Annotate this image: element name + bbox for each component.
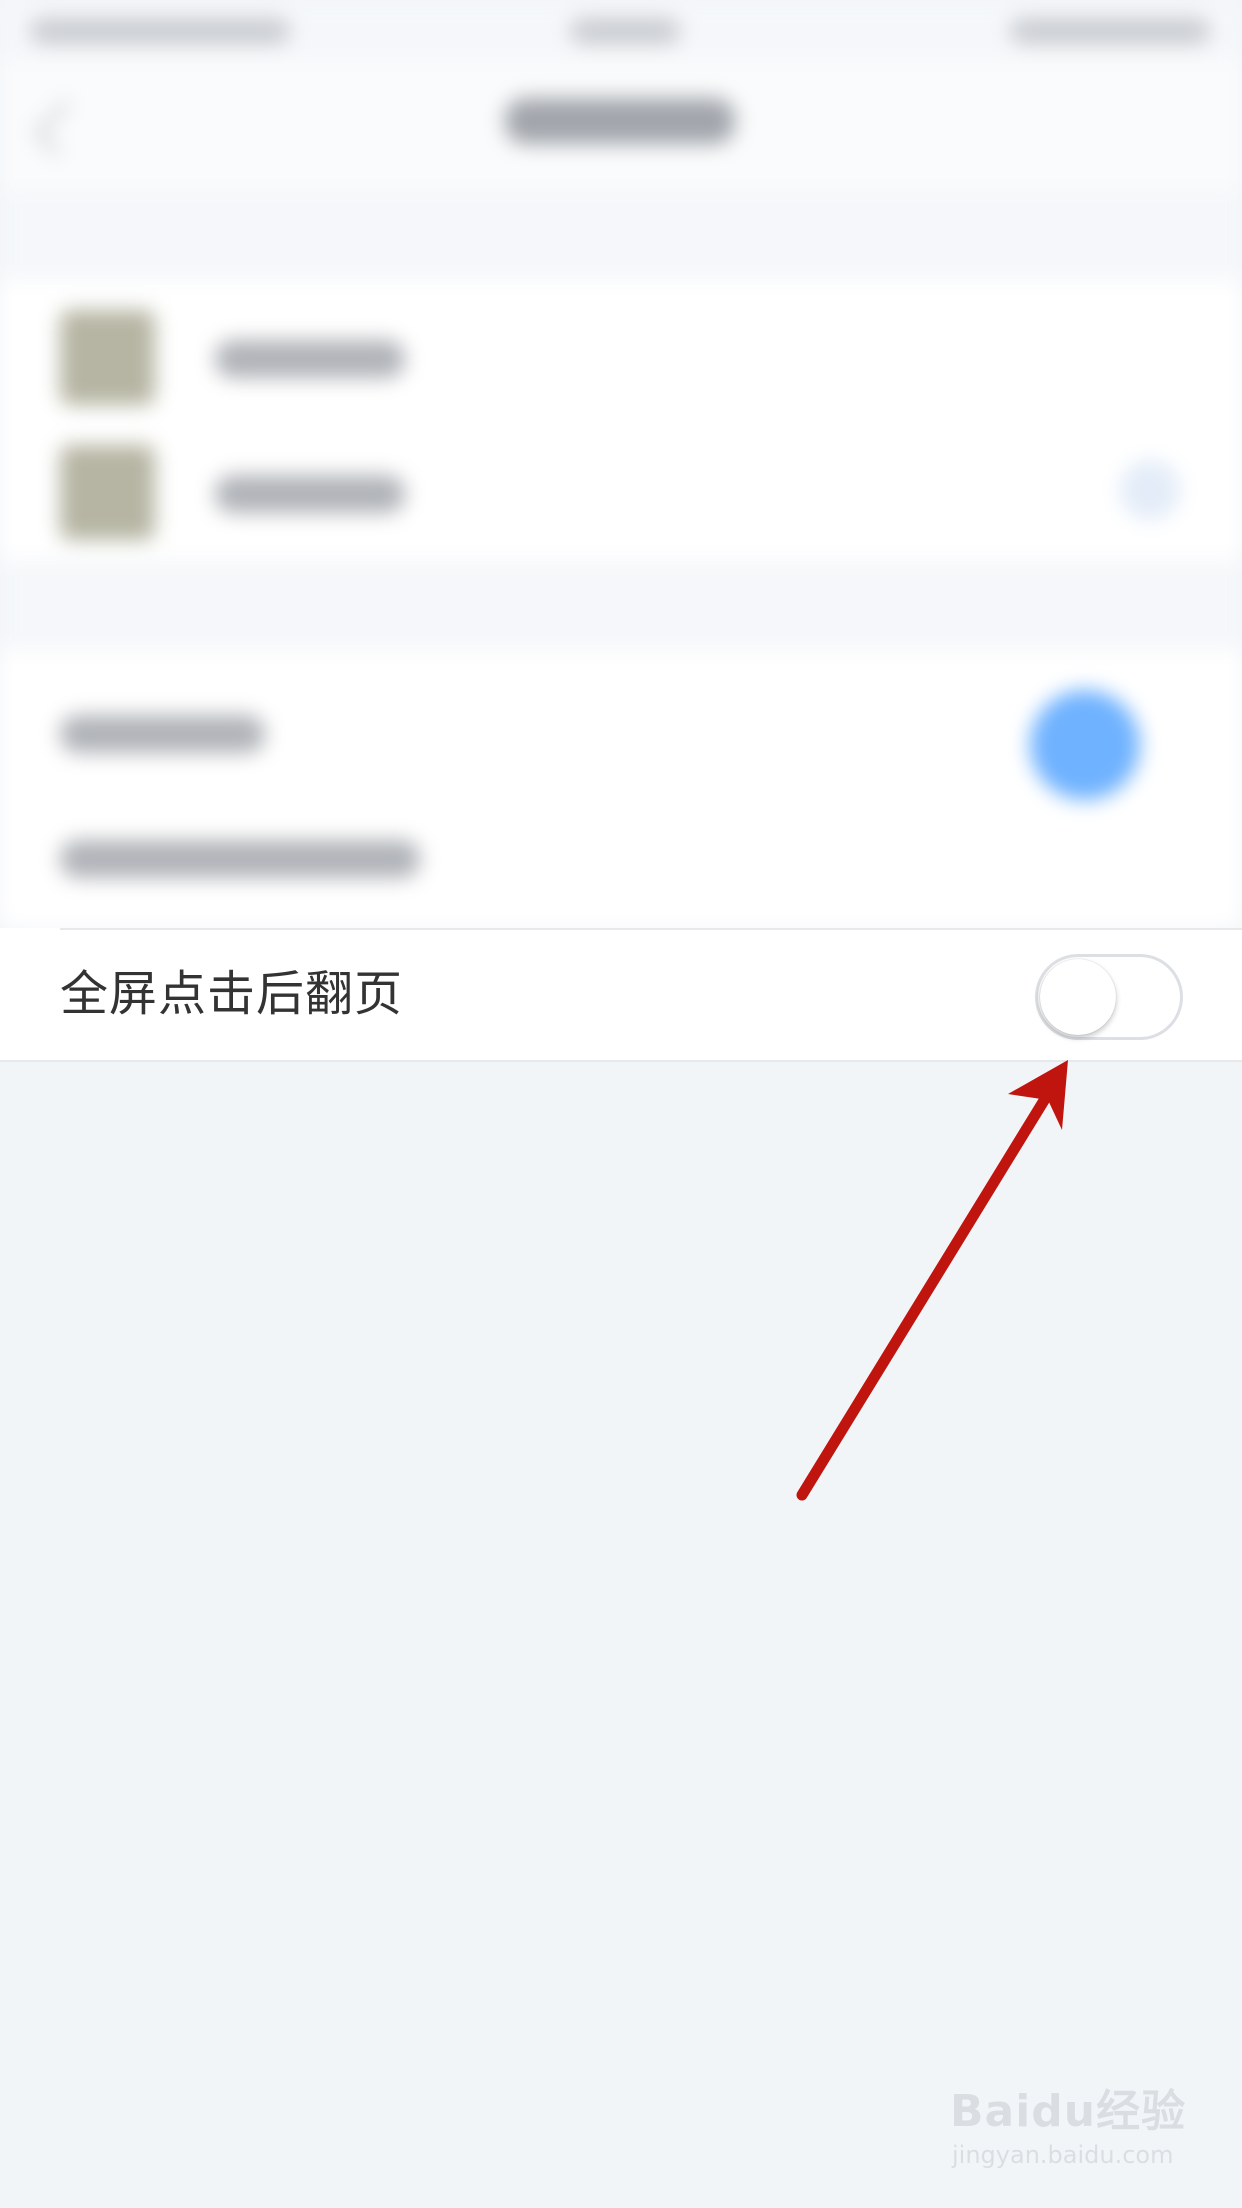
arrow-shaft — [796, 1088, 1054, 1501]
setting-row-fullscreen-tap: 全屏点击后翻页 — [0, 928, 1242, 1062]
thumbnail-blur — [60, 310, 155, 405]
arrow-head — [1008, 1060, 1068, 1130]
status-carrier-blur — [30, 18, 290, 44]
selection-indicator-blur — [1120, 460, 1180, 520]
status-battery-blur — [1010, 18, 1210, 44]
blurred-card-1 — [0, 280, 1242, 560]
divider — [60, 928, 1242, 930]
nav-title-blur — [505, 98, 735, 144]
text-blur — [215, 340, 405, 378]
watermark-url: jingyan.baidu.com — [952, 2141, 1174, 2169]
text-blur — [215, 475, 405, 513]
watermark-brand: Baidu经验 — [950, 2086, 1187, 2137]
text-blur — [60, 715, 265, 753]
thumbnail-blur — [60, 445, 155, 540]
toggle-knob — [1040, 959, 1116, 1035]
blurred-card-2 — [0, 650, 1242, 928]
toggle-on-blur — [1030, 690, 1140, 800]
status-bar — [0, 0, 1242, 60]
blurred-background — [0, 0, 1242, 928]
back-icon[interactable] — [33, 100, 89, 156]
status-time-blur — [570, 18, 680, 44]
baidu-watermark: Baidu经验 jingyan.baidu.com — [950, 2075, 1200, 2185]
setting-label: 全屏点击后翻页 — [60, 966, 404, 1022]
fullscreen-tap-toggle[interactable] — [1035, 954, 1183, 1040]
text-blur — [60, 840, 420, 878]
nav-bar — [0, 60, 1242, 190]
